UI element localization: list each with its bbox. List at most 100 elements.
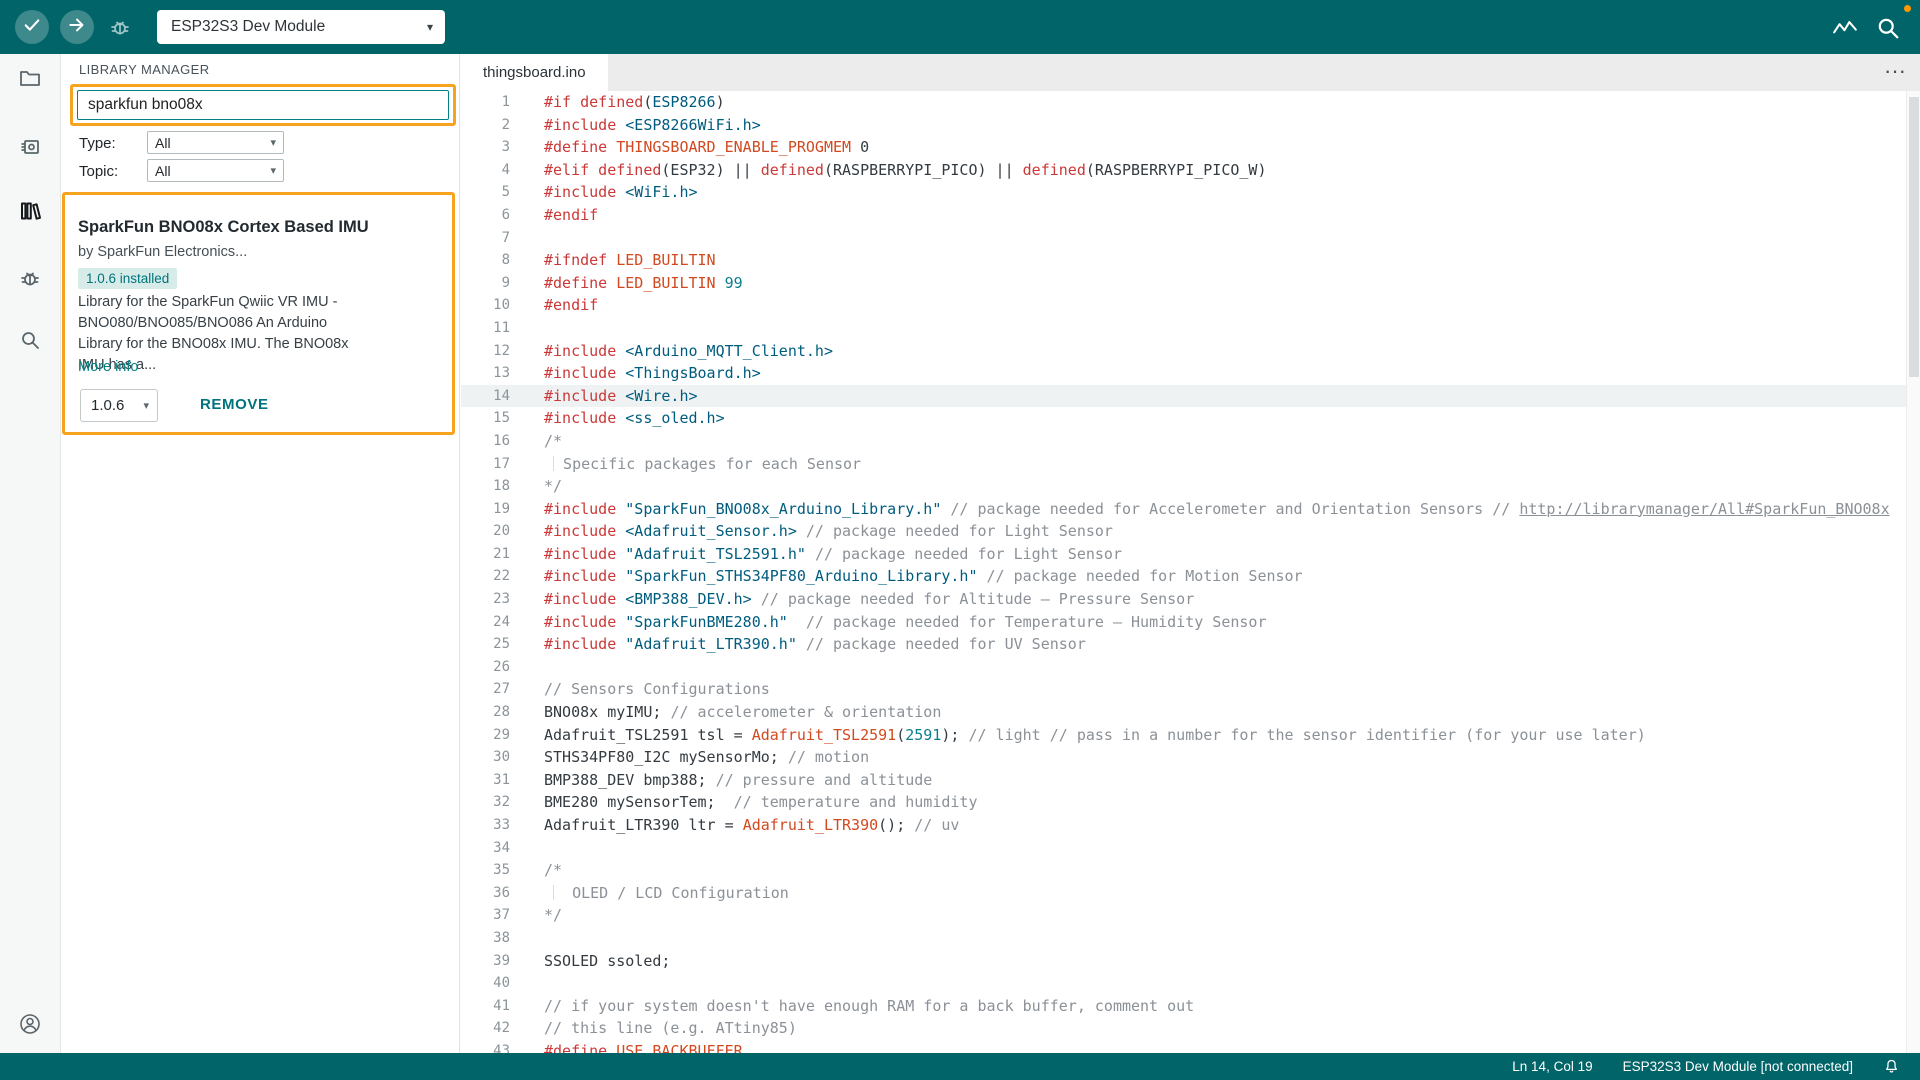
serial-monitor-button[interactable] bbox=[1874, 14, 1902, 42]
library-author: by SparkFun Electronics... bbox=[78, 244, 247, 260]
code-editor[interactable]: 1#if defined(ESP8266)2#include <ESP8266W… bbox=[461, 91, 1920, 1053]
code-line[interactable]: 5#include <WiFi.h> bbox=[461, 181, 1920, 204]
code-line[interactable]: 28BNO08x myIMU; // accelerometer & orien… bbox=[461, 701, 1920, 724]
line-number: 6 bbox=[461, 204, 510, 227]
chevron-down-icon: ▾ bbox=[143, 399, 149, 412]
code-line[interactable]: 16/* bbox=[461, 430, 1920, 453]
code-text: // Sensors Configurations bbox=[510, 678, 770, 701]
code-line[interactable]: 40 bbox=[461, 972, 1920, 995]
scrollbar-thumb[interactable] bbox=[1909, 97, 1919, 377]
code-line[interactable]: 2#include <ESP8266WiFi.h> bbox=[461, 114, 1920, 137]
line-number: 4 bbox=[461, 159, 510, 182]
account-button[interactable] bbox=[18, 1012, 42, 1036]
code-line[interactable]: 20#include <Adafruit_Sensor.h> // packag… bbox=[461, 520, 1920, 543]
tab-thingsboard-ino[interactable]: thingsboard.ino bbox=[461, 54, 608, 91]
code-line[interactable]: 9#define LED_BUILTIN 99 bbox=[461, 272, 1920, 295]
board-connection-status[interactable]: ESP32S3 Dev Module [not connected] bbox=[1623, 1059, 1853, 1074]
upload-button[interactable] bbox=[60, 10, 94, 44]
chevron-down-icon: ▾ bbox=[427, 20, 433, 34]
code-text: #if defined(ESP8266) bbox=[510, 91, 725, 114]
code-text bbox=[510, 927, 544, 950]
line-number: 37 bbox=[461, 904, 510, 927]
code-line[interactable]: 22#include "SparkFun_STHS34PF80_Arduino_… bbox=[461, 565, 1920, 588]
code-line[interactable]: 15#include <ss_oled.h> bbox=[461, 407, 1920, 430]
more-info-link[interactable]: More info bbox=[78, 359, 138, 375]
chevron-down-icon: ▾ bbox=[270, 136, 276, 149]
code-line[interactable]: 30STHS34PF80_I2C mySensorMo; // motion bbox=[461, 746, 1920, 769]
code-line[interactable]: 11 bbox=[461, 317, 1920, 340]
code-line[interactable]: 31BMP388_DEV bmp388; // pressure and alt… bbox=[461, 769, 1920, 792]
code-text: */ bbox=[510, 475, 562, 498]
code-line[interactable]: 3#define THINGSBOARD_ENABLE_PROGMEM 0 bbox=[461, 136, 1920, 159]
code-line[interactable]: 23#include <BMP388_DEV.h> // package nee… bbox=[461, 588, 1920, 611]
remove-button[interactable]: REMOVE bbox=[200, 396, 269, 413]
code-line[interactable]: 39SSOLED ssoled; bbox=[461, 950, 1920, 973]
sidebar-item-sketchbook[interactable] bbox=[18, 66, 42, 90]
code-line[interactable]: 4#elif defined(ESP32) || defined(RASPBER… bbox=[461, 159, 1920, 182]
code-text: #include <Adafruit_Sensor.h> // package … bbox=[510, 520, 1113, 543]
debug-button[interactable] bbox=[108, 15, 132, 39]
tab-overflow-menu[interactable]: ··· bbox=[1884, 54, 1906, 91]
sidebar-item-search[interactable] bbox=[18, 328, 42, 352]
code-line[interactable]: 41// if your system doesn't have enough … bbox=[461, 995, 1920, 1018]
code-text: #define THINGSBOARD_ENABLE_PROGMEM 0 bbox=[510, 136, 869, 159]
code-text: #include <WiFi.h> bbox=[510, 181, 698, 204]
code-line[interactable]: 29Adafruit_TSL2591 tsl = Adafruit_TSL259… bbox=[461, 724, 1920, 747]
verify-button[interactable] bbox=[15, 10, 49, 44]
code-line[interactable]: 34 bbox=[461, 837, 1920, 860]
topic-filter-select[interactable]: All ▾ bbox=[147, 159, 284, 182]
code-text: BNO08x myIMU; // accelerometer & orienta… bbox=[510, 701, 941, 724]
code-line[interactable]: 1#if defined(ESP8266) bbox=[461, 91, 1920, 114]
sidebar-item-boards-manager[interactable] bbox=[18, 135, 42, 159]
line-number: 21 bbox=[461, 543, 510, 566]
code-line[interactable]: 14#include <Wire.h> bbox=[461, 385, 1920, 408]
code-line[interactable]: 38 bbox=[461, 927, 1920, 950]
code-line[interactable]: 35/* bbox=[461, 859, 1920, 882]
code-line[interactable]: 24#include "SparkFunBME280.h" // package… bbox=[461, 611, 1920, 634]
code-text: #include "Adafruit_TSL2591.h" // package… bbox=[510, 543, 1122, 566]
code-line[interactable]: 43#define USE_BACKBUFFER bbox=[461, 1040, 1920, 1053]
code-line[interactable]: 17 Specific packages for each Sensor bbox=[461, 453, 1920, 476]
code-text: /* bbox=[510, 430, 562, 453]
code-line[interactable]: 32BME280 mySensorTem; // temperature and… bbox=[461, 791, 1920, 814]
code-line[interactable]: 25#include "Adafruit_LTR390.h" // packag… bbox=[461, 633, 1920, 656]
code-text: // if your system doesn't have enough RA… bbox=[510, 995, 1194, 1018]
board-selector-dropdown[interactable]: ESP32S3 Dev Module ▾ bbox=[157, 10, 445, 44]
sidebar-item-library-manager[interactable] bbox=[18, 199, 42, 223]
version-select[interactable]: 1.0.6 ▾ bbox=[80, 389, 158, 422]
type-filter-label: Type: bbox=[79, 135, 116, 152]
code-line[interactable]: 8#ifndef LED_BUILTIN bbox=[461, 249, 1920, 272]
code-line[interactable]: 42// this line (e.g. ATtiny85) bbox=[461, 1017, 1920, 1040]
type-filter-select[interactable]: All ▾ bbox=[147, 131, 284, 154]
notifications-bell-icon[interactable] bbox=[1883, 1058, 1900, 1075]
code-line[interactable]: 26 bbox=[461, 656, 1920, 679]
type-filter-value: All bbox=[155, 135, 171, 151]
line-number: 18 bbox=[461, 475, 510, 498]
code-line[interactable]: 21#include "Adafruit_TSL2591.h" // packa… bbox=[461, 543, 1920, 566]
editor-tab-bar: thingsboard.ino ··· bbox=[461, 54, 1920, 91]
code-line[interactable]: 27// Sensors Configurations bbox=[461, 678, 1920, 701]
code-line[interactable]: 6#endif bbox=[461, 204, 1920, 227]
serial-plotter-button[interactable] bbox=[1832, 15, 1858, 41]
cursor-position[interactable]: Ln 14, Col 19 bbox=[1512, 1059, 1592, 1074]
line-number: 12 bbox=[461, 340, 510, 363]
code-line[interactable]: 12#include <Arduino_MQTT_Client.h> bbox=[461, 340, 1920, 363]
code-text bbox=[510, 227, 544, 250]
line-number: 19 bbox=[461, 498, 510, 521]
sidebar-item-debug[interactable] bbox=[18, 266, 42, 290]
code-line[interactable]: 13#include <ThingsBoard.h> bbox=[461, 362, 1920, 385]
code-line[interactable]: 18*/ bbox=[461, 475, 1920, 498]
code-line[interactable]: 7 bbox=[461, 227, 1920, 250]
library-search-input[interactable] bbox=[77, 90, 449, 120]
code-line[interactable]: 36 OLED / LCD Configuration bbox=[461, 882, 1920, 905]
line-number: 28 bbox=[461, 701, 510, 724]
line-number: 34 bbox=[461, 837, 510, 860]
code-line[interactable]: 33Adafruit_LTR390 ltr = Adafruit_LTR390(… bbox=[461, 814, 1920, 837]
line-number: 3 bbox=[461, 136, 510, 159]
code-line[interactable]: 19#include "SparkFun_BNO08x_Arduino_Libr… bbox=[461, 498, 1920, 521]
editor-scrollbar[interactable] bbox=[1906, 91, 1920, 1053]
code-line[interactable]: 10#endif bbox=[461, 294, 1920, 317]
code-text: #endif bbox=[510, 204, 598, 227]
line-number: 41 bbox=[461, 995, 510, 1018]
code-line[interactable]: 37*/ bbox=[461, 904, 1920, 927]
